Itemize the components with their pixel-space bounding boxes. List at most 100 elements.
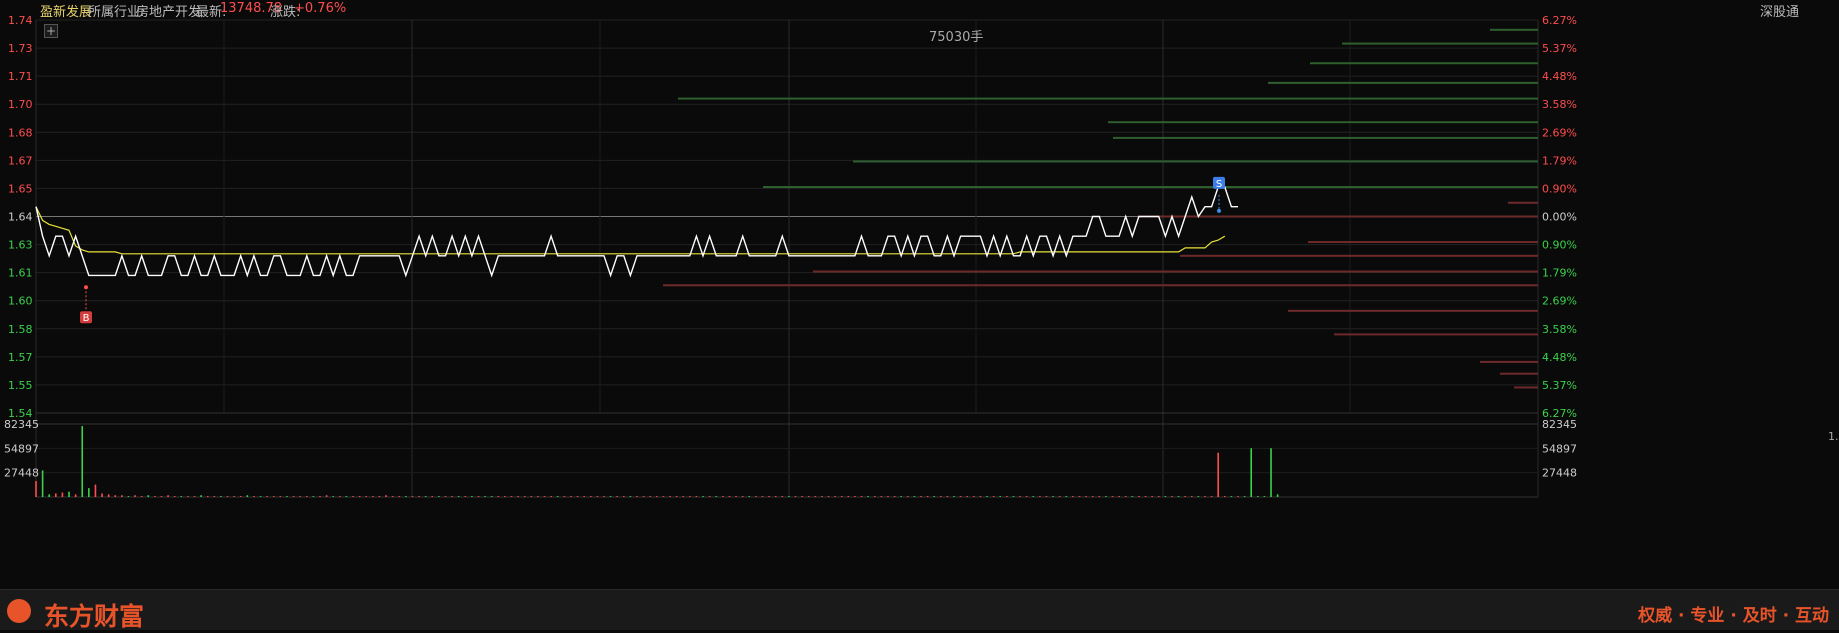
volume-bar bbox=[140, 496, 143, 497]
depth-bar bbox=[1308, 241, 1538, 244]
volume-bar bbox=[887, 496, 889, 497]
volume-bar bbox=[847, 496, 850, 497]
volume-bar bbox=[121, 495, 123, 497]
sell-marker-dot bbox=[1217, 208, 1221, 213]
volume-bar bbox=[913, 496, 916, 497]
volume-bar bbox=[695, 496, 698, 497]
y-tick-right: 0.90% bbox=[1542, 239, 1577, 252]
y-tick-left: 1.64 bbox=[8, 211, 33, 224]
volume-bar bbox=[332, 496, 334, 497]
volume-bar bbox=[299, 496, 301, 497]
volume-bar bbox=[226, 496, 229, 497]
volume-bar bbox=[873, 496, 876, 497]
volume-bar bbox=[537, 496, 539, 497]
volume-bar bbox=[418, 496, 420, 497]
volume-bar bbox=[200, 495, 202, 497]
volume-bar bbox=[543, 496, 546, 497]
volume-bar bbox=[48, 494, 51, 497]
volume-bar bbox=[656, 496, 658, 497]
volume-bar bbox=[940, 496, 942, 497]
depth-bar bbox=[1480, 360, 1538, 363]
volume-bar bbox=[134, 495, 136, 497]
volume-bar bbox=[722, 496, 724, 497]
intraday-chart[interactable]: B S 1.74 1.73 1.71 1.70 1.68 1.67 1.65 1.64 1.63 1… bbox=[0, 0, 1839, 589]
y-tick-left: 1.71 bbox=[8, 70, 33, 83]
volume-bar bbox=[180, 496, 183, 497]
volume-bar bbox=[616, 496, 618, 497]
volume-bar bbox=[550, 496, 552, 497]
volume-bar bbox=[286, 496, 288, 497]
volume-bar bbox=[233, 496, 235, 497]
volume-bar bbox=[74, 494, 77, 497]
y-tick-left: 1.73 bbox=[8, 42, 33, 55]
volume-bar bbox=[1111, 496, 1114, 497]
volume-bar bbox=[596, 496, 599, 497]
volume-bar bbox=[649, 496, 652, 497]
volume-bar bbox=[391, 496, 394, 497]
volume-bar bbox=[398, 496, 401, 497]
volume-bar bbox=[1204, 496, 1206, 497]
volume-bar bbox=[385, 495, 387, 497]
volume-bar bbox=[1091, 496, 1094, 497]
volume-bar bbox=[1131, 496, 1134, 497]
volume-bar bbox=[1171, 496, 1173, 497]
brand-slogan: 权威 · 专业 · 及时 · 互动 bbox=[1638, 606, 1829, 626]
depth-bar bbox=[1310, 62, 1538, 65]
volume-bar bbox=[867, 496, 869, 497]
depth-bar bbox=[1508, 201, 1538, 204]
volume-bar bbox=[457, 496, 460, 497]
volume-bar bbox=[55, 493, 57, 497]
depth-bar bbox=[663, 284, 1538, 287]
y-tick-right: 0.00% bbox=[1542, 211, 1577, 224]
volume-bar bbox=[193, 496, 196, 497]
volume-bar bbox=[781, 496, 784, 497]
volume-bar bbox=[94, 484, 97, 497]
volume-bar bbox=[669, 496, 671, 497]
volume-bar bbox=[147, 495, 150, 497]
volume-bar bbox=[1164, 496, 1167, 497]
volume-tick-right: 82345 bbox=[1542, 418, 1577, 431]
volume-bar bbox=[906, 496, 909, 497]
volume-bar bbox=[966, 496, 969, 497]
add-indicator-button[interactable]: + bbox=[44, 24, 58, 38]
volume-bar bbox=[127, 496, 130, 497]
volume-bar bbox=[609, 496, 612, 497]
depth-bar bbox=[1180, 254, 1538, 257]
volume-bar bbox=[173, 496, 176, 497]
depth-bar bbox=[813, 270, 1538, 273]
volume-bar bbox=[1157, 496, 1160, 497]
volume-bar bbox=[510, 496, 513, 497]
volume-bar bbox=[900, 496, 902, 497]
volume-bar bbox=[1072, 496, 1074, 497]
volume-bar bbox=[246, 495, 249, 497]
volume-bar bbox=[715, 496, 718, 497]
volume-bar bbox=[154, 496, 156, 497]
depth-bar bbox=[1334, 333, 1538, 336]
volume-bar bbox=[755, 496, 757, 497]
volume-bar bbox=[1190, 496, 1193, 497]
y-tick-right: 2.69% bbox=[1542, 126, 1577, 139]
volume-bar bbox=[1144, 496, 1147, 497]
volume-bar bbox=[880, 496, 883, 497]
volume-bar bbox=[372, 496, 374, 497]
volume-bar bbox=[622, 496, 625, 497]
volume-bar bbox=[352, 496, 354, 497]
volume-bar bbox=[702, 496, 704, 497]
volume-bar bbox=[325, 495, 328, 497]
volume-bar bbox=[292, 496, 295, 497]
volume-bar bbox=[213, 496, 216, 497]
volume-bar bbox=[735, 496, 737, 497]
depth-bar bbox=[1268, 81, 1538, 84]
volume-bar bbox=[279, 496, 282, 497]
volume-bar bbox=[81, 426, 84, 497]
volume-bar bbox=[259, 496, 262, 497]
volume-bar bbox=[1058, 496, 1061, 497]
volume-bar bbox=[305, 496, 308, 497]
volume-bar bbox=[556, 496, 559, 497]
volume-bar bbox=[576, 496, 579, 497]
depth-bar bbox=[1108, 121, 1538, 124]
volume-bar bbox=[788, 496, 790, 497]
volume-bar bbox=[61, 492, 64, 497]
volume-bar bbox=[358, 496, 361, 497]
volume-bar bbox=[1065, 496, 1068, 497]
